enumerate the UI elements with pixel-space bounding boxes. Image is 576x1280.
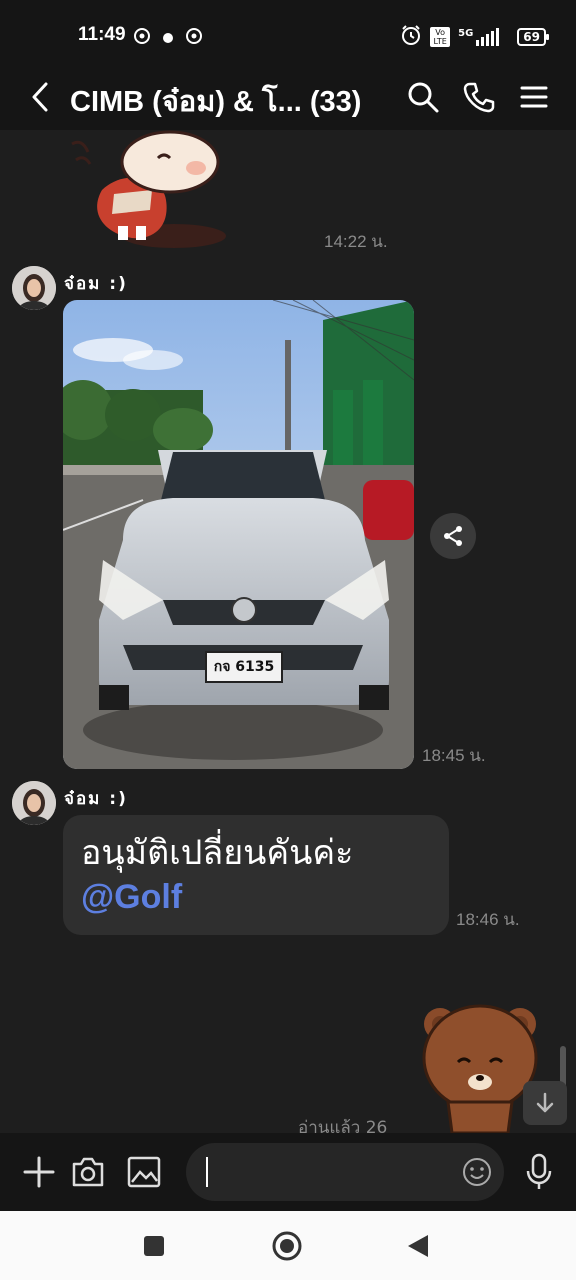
chrome-icon [134,28,150,48]
scroll-to-bottom-button[interactable] [523,1081,567,1125]
chat-area[interactable]: 14:22 น. จ๋อม :) กจ 6135 18:45 น. จ๋อม:… [0,130,576,1133]
network-type: 5G [458,28,474,39]
gallery-button[interactable] [126,1155,162,1189]
message-time: 14:22 น. [324,232,388,251]
sender-name: จ๋อม :) [64,274,128,294]
arrow-down-icon [536,1092,554,1113]
message-input[interactable] [186,1143,504,1201]
signal-icon: 5G [458,28,500,46]
mic-icon [526,1153,552,1189]
read-receipt: อ่านแล้ว 26 [298,1118,388,1133]
status-time: 11:49 [78,24,126,45]
user-avatar-image [12,266,56,310]
pig-sticker-image [71,130,226,248]
message-time: 18:45 น. [422,746,486,765]
alarm-icon [400,24,422,50]
avatar[interactable] [12,266,56,310]
status-bar: 11:49 Vo LTE 5G 69 [0,0,576,66]
avatar[interactable] [12,781,56,825]
message-text: อนุมัติเปลี่ยนคันค่ะ [81,833,354,873]
nav-back-icon [408,1235,428,1257]
nav-home-icon [272,1231,302,1261]
phone-icon [463,82,495,113]
battery-icon: 69 [517,28,549,46]
message-input-bar [0,1133,576,1211]
nav-recents-icon [144,1236,164,1256]
share-button[interactable] [430,513,476,559]
plus-icon [23,1156,55,1188]
message-bubble[interactable]: อนุมัติเปลี่ยนคันค่ะ @Golf [63,815,449,935]
image-icon [127,1156,161,1188]
voice-button[interactable] [524,1153,554,1191]
emoji-icon [463,1158,491,1186]
dot-icon [162,29,174,48]
license-plate: กจ 6135 [214,659,275,675]
add-button[interactable] [22,1155,56,1189]
volte-icon: Vo LTE [430,27,451,47]
car-photo[interactable]: กจ 6135 [63,300,414,769]
nav-back-button[interactable] [406,1233,430,1259]
mention-link[interactable]: @Golf [81,875,431,919]
search-icon [408,82,439,113]
camera-button[interactable] [70,1155,106,1189]
emoji-button[interactable] [462,1157,492,1187]
search-button[interactable] [406,80,442,116]
sticker-message[interactable] [62,130,232,254]
menu-icon [520,86,548,108]
car-photo-image: กจ 6135 [63,300,414,769]
battery-level: 69 [523,30,540,44]
system-nav-bar [0,1211,576,1280]
share-icon [444,526,462,546]
recents-button[interactable] [143,1235,165,1257]
home-button[interactable] [271,1230,303,1262]
message-time: 18:46 น. [456,910,520,929]
call-button[interactable] [462,80,498,116]
camera-icon [72,1157,104,1187]
status-notification-icons [134,28,202,48]
chrome-icon [186,28,202,48]
chat-header: CIMB (จ๋อม) & โ... (33) [0,66,576,130]
back-icon [32,82,48,112]
menu-button[interactable] [518,80,554,116]
status-system-icons: Vo LTE 5G 69 [400,24,549,50]
sender-name: จ๋อม :) [64,789,128,809]
chat-title[interactable]: CIMB (จ๋อม) & โ... (33) [70,78,361,124]
back-button[interactable] [26,80,56,114]
text-cursor [206,1157,208,1187]
user-avatar-image [12,781,56,825]
